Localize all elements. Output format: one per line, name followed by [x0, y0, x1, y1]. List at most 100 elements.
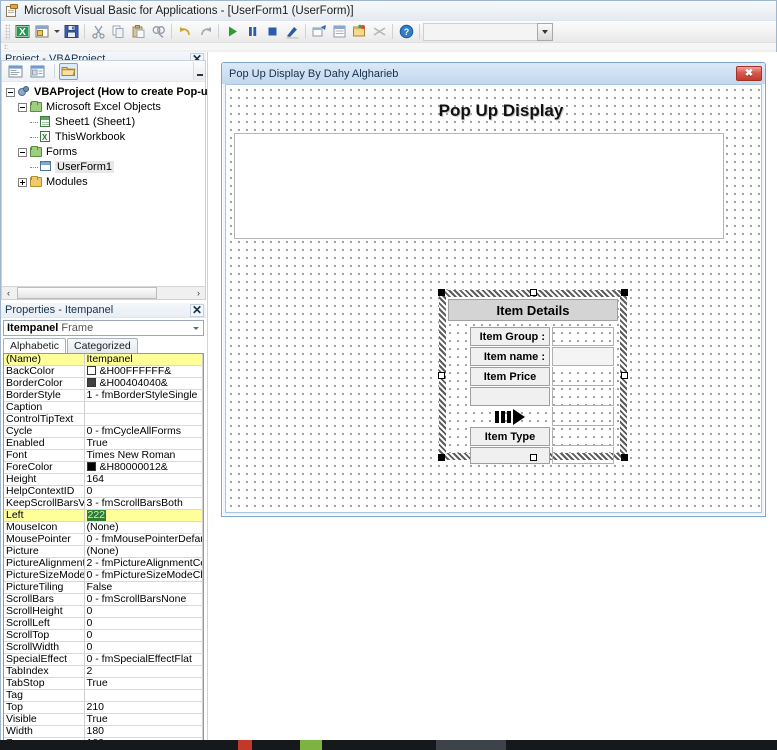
prop-value[interactable]: &H80000012&: [84, 461, 203, 475]
item-price-label[interactable]: Item Price: [470, 367, 550, 386]
resize-handle-nw[interactable]: [438, 289, 445, 296]
table-row[interactable]: KeepScrollBarsVisible3 - fmScrollBarsBot…: [4, 497, 203, 511]
table-row[interactable]: MouseIcon (None): [4, 521, 203, 535]
table-row[interactable]: HelpContextID 0: [4, 485, 203, 499]
object-browser-icon[interactable]: [349, 22, 369, 42]
item-group-field[interactable]: [552, 327, 614, 346]
item-type-label[interactable]: Item Type: [470, 427, 550, 446]
toolbar-grip-2[interactable]: [4, 44, 8, 49]
tree-item-modules[interactable]: Modules: [6, 176, 205, 188]
prop-value[interactable]: 0: [84, 641, 203, 655]
paste-icon[interactable]: [128, 22, 148, 42]
prop-value[interactable]: (None): [84, 545, 203, 559]
table-row[interactable]: ScrollBars 0 - fmScrollBarsNone: [4, 593, 203, 607]
resize-handle-e[interactable]: [621, 372, 628, 379]
find-icon[interactable]: [148, 22, 168, 42]
prop-value[interactable]: &H00404040&: [84, 377, 203, 391]
taskbar-item-green[interactable]: [300, 740, 322, 750]
resize-handle-se[interactable]: [621, 454, 628, 461]
os-taskbar[interactable]: [0, 740, 777, 750]
hscroll-thumb[interactable]: [17, 287, 157, 299]
prop-value[interactable]: 0: [84, 605, 203, 619]
table-row[interactable]: MousePointer 0 - fmMousePointerDefault: [4, 533, 203, 547]
table-row[interactable]: Font Times New Roman: [4, 449, 203, 463]
cut-icon[interactable]: [88, 22, 108, 42]
expander-icon[interactable]: [6, 87, 15, 97]
taskbar-item-red[interactable]: [238, 740, 252, 750]
prop-value[interactable]: 2 - fmPictureAlignmentCenter: [84, 557, 203, 571]
resize-handle-n[interactable]: [530, 289, 537, 296]
close-icon[interactable]: ✕: [190, 303, 204, 317]
position-combo[interactable]: [423, 22, 553, 41]
prop-value[interactable]: True: [84, 677, 203, 691]
prop-value[interactable]: 210: [84, 701, 203, 715]
display-panel[interactable]: [234, 133, 724, 239]
prop-value[interactable]: True: [84, 437, 203, 451]
table-row[interactable]: Left 222: [4, 509, 203, 523]
table-row[interactable]: PictureTiling False: [4, 581, 203, 595]
view-object-icon[interactable]: [28, 63, 47, 80]
view-excel-icon[interactable]: X: [12, 22, 32, 42]
project-explorer-icon[interactable]: [309, 22, 329, 42]
item-price-field[interactable]: [552, 367, 614, 386]
taskbar-item-active[interactable]: [436, 740, 506, 750]
resize-handle-ne[interactable]: [621, 289, 628, 296]
table-row[interactable]: ForeColor &H80000012&: [4, 461, 203, 475]
item-name-label[interactable]: Item name :: [470, 347, 550, 366]
item-details-frame[interactable]: Item Details Item Group : Item name : It…: [438, 289, 628, 464]
tree-item-vbaproject[interactable]: VBAProject (How to create Pop-up form in: [6, 86, 255, 98]
table-row[interactable]: BorderColor &H00404040&: [4, 377, 203, 391]
design-mode-icon[interactable]: [282, 22, 302, 42]
chevron-down-icon[interactable]: [189, 321, 203, 335]
prop-value[interactable]: [84, 413, 203, 427]
prop-value[interactable]: (None): [84, 521, 203, 535]
chevron-down-icon[interactable]: [537, 22, 553, 41]
prop-value[interactable]: 0 - fmPictureSizeModeClip: [84, 569, 203, 583]
resize-handle-sw[interactable]: [438, 454, 445, 461]
prop-value[interactable]: 2: [84, 665, 203, 679]
popup-heading-label[interactable]: Pop Up Display: [406, 101, 596, 121]
properties-window-icon[interactable]: [329, 22, 349, 42]
table-row[interactable]: PictureSizeMode 0 - fmPictureSizeModeClip: [4, 569, 203, 583]
break-icon[interactable]: [242, 22, 262, 42]
table-row[interactable]: ScrollWidth 0: [4, 641, 203, 655]
tab-categorized[interactable]: Categorized: [67, 338, 138, 353]
tree-item-forms[interactable]: Forms: [6, 146, 205, 158]
prop-value[interactable]: [84, 401, 203, 415]
blank-field[interactable]: [552, 387, 614, 406]
table-row[interactable]: Cycle 0 - fmCycleAllForms: [4, 425, 203, 439]
resize-handle-s[interactable]: [530, 454, 537, 461]
table-row[interactable]: TabStop True: [4, 677, 203, 691]
table-row[interactable]: Caption: [4, 401, 203, 415]
resize-handle-w[interactable]: [438, 372, 445, 379]
help-icon[interactable]: ?: [396, 22, 416, 42]
table-row[interactable]: ControlTipText: [4, 413, 203, 427]
prop-value[interactable]: 0 - fmScrollBarsNone: [84, 593, 203, 607]
expander-icon[interactable]: [18, 177, 27, 187]
insert-dropdown-arrow[interactable]: [52, 22, 61, 42]
prop-value[interactable]: [84, 689, 203, 703]
save-icon[interactable]: [61, 22, 81, 42]
insert-userform-icon[interactable]: [32, 22, 52, 42]
view-code-icon[interactable]: [6, 63, 25, 80]
redo-icon[interactable]: [195, 22, 215, 42]
project-explorer-hscrollbar[interactable]: ‹ ›: [2, 286, 205, 299]
prop-value[interactable]: 0: [84, 485, 203, 499]
scroll-right-icon[interactable]: ›: [192, 287, 205, 299]
prop-value[interactable]: 0 - fmMousePointerDefault: [84, 533, 203, 547]
close-icon[interactable]: ✖: [736, 66, 762, 81]
table-row[interactable]: SpecialEffect 0 - fmSpecialEffectFlat: [4, 653, 203, 667]
table-row[interactable]: Tag: [4, 689, 203, 703]
toolbar-grip[interactable]: [5, 23, 10, 40]
table-row[interactable]: PictureAlignment2 - fmPictureAlignmentCe…: [4, 557, 203, 571]
object-selector-combo[interactable]: Itempanel Frame: [3, 320, 204, 336]
table-row[interactable]: TabIndex 2: [4, 665, 203, 679]
table-row[interactable]: ScrollHeight 0: [4, 605, 203, 619]
toolbox-icon[interactable]: [369, 22, 389, 42]
blank-label[interactable]: [470, 387, 550, 406]
arrow-field[interactable]: [552, 407, 614, 426]
position-combo-value[interactable]: [423, 22, 537, 41]
prop-value[interactable]: 1 - fmBorderStyleSingle: [84, 389, 203, 403]
prop-value[interactable]: 180: [84, 725, 203, 739]
frame-caption-label[interactable]: Item Details: [448, 299, 618, 321]
